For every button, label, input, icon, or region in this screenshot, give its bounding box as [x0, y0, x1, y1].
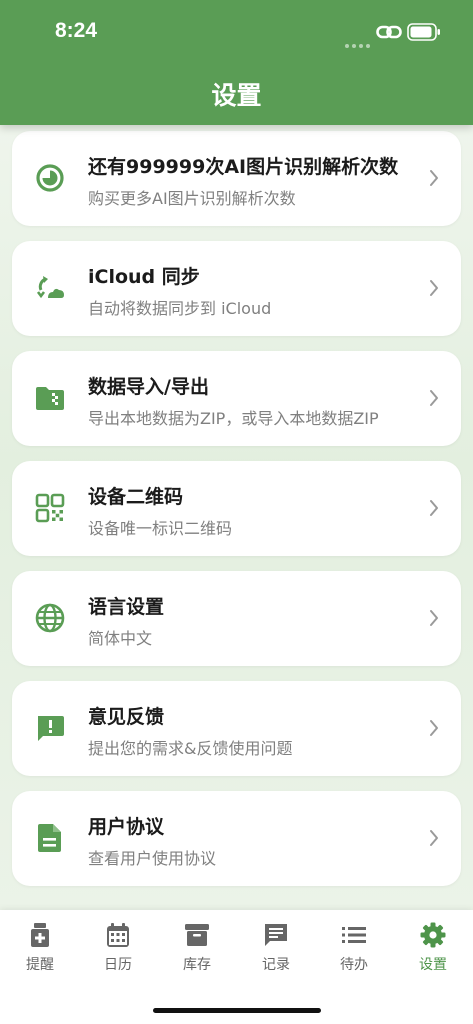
settings-item-device-qr[interactable]: 设备二维码 设备唯一标识二维码: [12, 461, 461, 556]
settings-item-icloud[interactable]: iCloud 同步 自动将数据同步到 iCloud: [12, 241, 461, 336]
settings-item-subtitle: 设备唯一标识二维码: [88, 519, 233, 538]
chevron-right-icon: [430, 830, 438, 846]
tab-inventory[interactable]: 库存: [167, 922, 227, 974]
settings-item-title: 意见反馈: [88, 706, 165, 728]
chevron-right-icon: [430, 170, 438, 186]
feedback-icon: [38, 716, 64, 741]
tab-label: 日历: [104, 957, 132, 973]
page-title: 设置: [211, 81, 262, 110]
settings-item-title: 语言设置: [88, 596, 165, 618]
tab-todo[interactable]: 待办: [324, 922, 384, 974]
battery-icon: [407, 23, 440, 41]
document-icon: [38, 824, 61, 852]
tab-records[interactable]: 记录: [246, 922, 306, 974]
settings-item-subtitle: 查看用户使用协议: [88, 849, 217, 868]
tab-reminders[interactable]: 提醒: [10, 922, 70, 974]
home-indicator: [153, 1008, 321, 1013]
qr-code-icon: [35, 493, 65, 523]
settings-item-user-agreement[interactable]: 用户协议 查看用户使用协议: [12, 791, 461, 886]
message-icon: [265, 924, 287, 946]
chevron-right-icon: [430, 720, 438, 736]
settings-item-subtitle: 导出本地数据为ZIP，或导入本地数据ZIP: [88, 409, 379, 428]
archive-box-icon: [185, 924, 209, 946]
tab-label: 设置: [419, 957, 447, 973]
settings-item-import-export[interactable]: 数据导入/导出 导出本地数据为ZIP，或导入本地数据ZIP: [12, 351, 461, 446]
settings-item-subtitle: 提出您的需求&反馈使用问题: [88, 739, 293, 758]
tab-calendar[interactable]: 日历: [88, 922, 148, 974]
chevron-right-icon: [430, 610, 438, 626]
gear-icon: [420, 922, 446, 948]
settings-item-title: iCloud 同步: [88, 266, 200, 288]
calendar-icon: [107, 923, 129, 947]
settings-item-ai-credits[interactable]: 还有999999次AI图片识别解析次数 购买更多AI图片识别解析次数: [12, 131, 461, 226]
tab-bar: 提醒 日历 库存 记录 待办 设置: [0, 910, 473, 1024]
header: 8:24 设置: [0, 0, 473, 125]
settings-item-title: 还有999999次AI图片识别解析次数: [88, 156, 399, 178]
pie-chart-icon: [36, 164, 64, 192]
status-time: 8:24: [55, 19, 98, 42]
settings-item-language[interactable]: 语言设置 简体中文: [12, 571, 461, 666]
tab-settings[interactable]: 设置: [403, 922, 463, 974]
link-icon: [376, 25, 402, 39]
settings-item-title: 设备二维码: [88, 486, 184, 508]
chevron-right-icon: [430, 390, 438, 406]
signal-icon: [345, 33, 373, 52]
tab-label: 提醒: [26, 957, 54, 973]
cloud-sync-icon: [36, 276, 64, 299]
tab-label: 记录: [262, 957, 290, 973]
tab-label: 待办: [340, 957, 368, 973]
settings-item-title: 数据导入/导出: [88, 376, 209, 398]
list-icon: [342, 927, 366, 943]
settings-item-feedback[interactable]: 意见反馈 提出您的需求&反馈使用问题: [12, 681, 461, 776]
settings-item-subtitle: 简体中文: [88, 629, 153, 648]
chevron-right-icon: [430, 280, 438, 296]
globe-icon: [35, 603, 65, 633]
tab-label: 库存: [183, 957, 211, 973]
folder-zip-icon: [36, 387, 64, 410]
medicine-bottle-icon: [31, 923, 49, 947]
settings-item-title: 用户协议: [88, 816, 165, 838]
chevron-right-icon: [430, 500, 438, 516]
settings-item-subtitle: 自动将数据同步到 iCloud: [88, 299, 272, 318]
settings-item-subtitle: 购买更多AI图片识别解析次数: [88, 189, 296, 208]
